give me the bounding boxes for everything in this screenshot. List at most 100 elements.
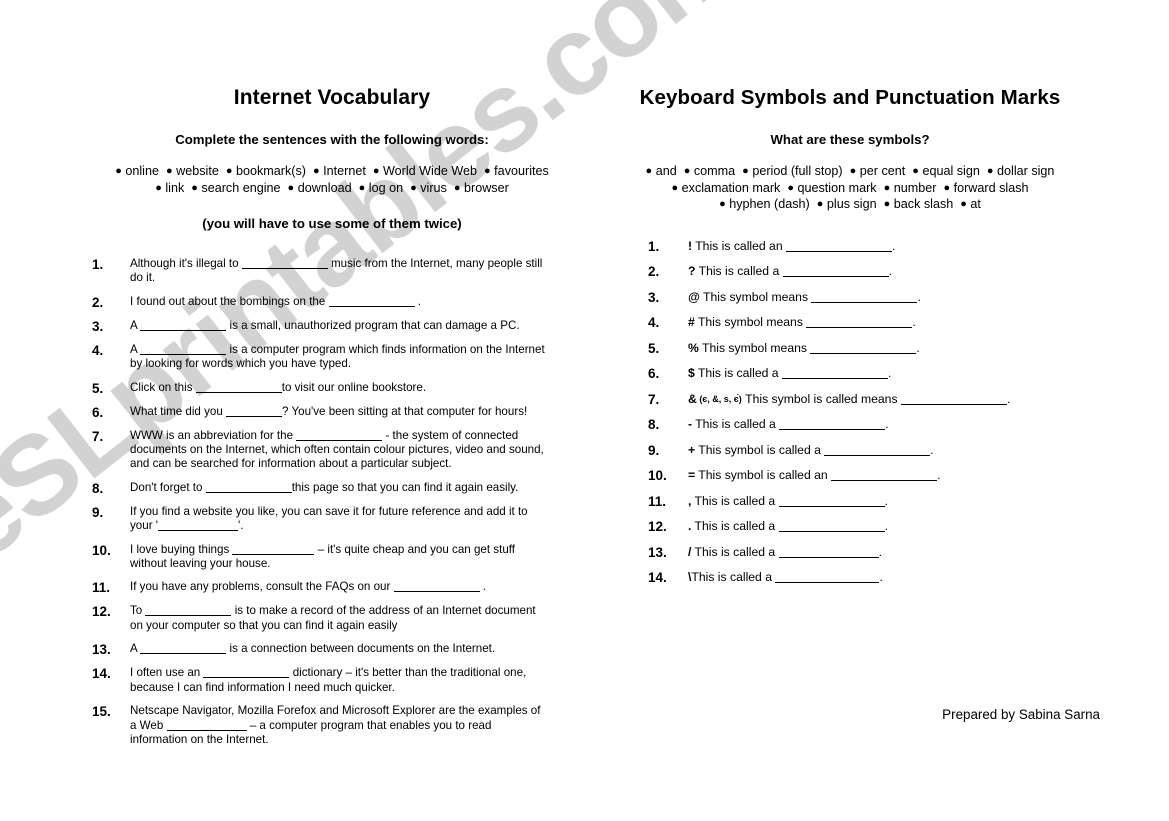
answer-blank[interactable] <box>195 381 282 393</box>
bullet-icon: ● <box>358 181 366 194</box>
exercise-item: 5. Click on this to visit our online book… <box>92 381 572 396</box>
item-text: Don't forget to this page so that you ca… <box>130 480 519 494</box>
bullet-icon: ● <box>719 198 726 210</box>
keyboard-symbol: & <box>688 391 697 406</box>
item-text: + This symbol is called a . <box>688 442 934 457</box>
exercise-item: 2. ? This is called a . <box>600 264 1100 279</box>
answer-blank[interactable] <box>900 393 1007 405</box>
item-number: 11. <box>648 493 667 509</box>
bullet-icon: ● <box>410 181 417 194</box>
keyboard-symbol: ! <box>688 238 693 253</box>
item-number: 9. <box>92 504 104 520</box>
keyboard-symbol: \ <box>688 570 692 584</box>
answer-blank[interactable] <box>806 316 913 328</box>
keyboard-symbol: , <box>688 493 692 508</box>
answer-blank[interactable] <box>296 429 383 441</box>
item-number: 6. <box>648 366 660 381</box>
exercise-item: 13. A is a connection between documents o… <box>92 642 572 657</box>
word-bank-item: ● Internet <box>312 164 366 178</box>
word-bank-item: ● search engine <box>191 180 281 195</box>
item-number: 13. <box>92 642 111 658</box>
word-bank-item: ● back slash <box>883 197 954 211</box>
item-text: What time did you ? You've been sitting … <box>130 404 528 418</box>
answer-blank[interactable] <box>232 543 315 555</box>
answer-blank[interactable] <box>140 343 227 355</box>
answer-blank[interactable] <box>786 240 892 252</box>
item-text: A is a small, unauthorized program that … <box>130 318 520 332</box>
item-text: Although it's illegal to music from the … <box>130 257 543 285</box>
column-internet-vocabulary: Internet Vocabulary Complete the sentenc… <box>92 0 572 756</box>
item-text: \This is called a . <box>688 570 883 584</box>
bullet-icon: ● <box>165 165 173 177</box>
item-number: 2. <box>648 264 660 279</box>
exercise-item: 1. ! This is called an . <box>600 239 1100 254</box>
bullet-icon: ● <box>484 165 491 177</box>
answer-blank[interactable] <box>393 580 480 593</box>
answer-blank[interactable] <box>778 520 885 532</box>
answer-blank[interactable] <box>810 342 917 354</box>
bullet-icon: ● <box>645 165 653 177</box>
left-page-title: Internet Vocabulary <box>233 86 431 109</box>
item-number: 8. <box>648 417 660 432</box>
exercise-item: 4. A is a computer program which finds in… <box>92 343 572 372</box>
keyboard-symbol: @ <box>688 289 700 304</box>
answer-blank[interactable] <box>140 642 227 655</box>
exercise-item: 2. I found out about the bombings on the … <box>92 295 572 310</box>
keyboard-symbol: + <box>688 442 696 457</box>
item-text: . This is called a . <box>688 519 888 533</box>
word-bank-item: ● exclamation mark <box>671 180 781 195</box>
item-number: 11. <box>92 580 111 596</box>
word-bank-item: ● browser <box>453 180 509 195</box>
exercise-item: 9. + This symbol is called a . <box>600 443 1100 458</box>
item-number: 4. <box>92 342 104 358</box>
bullet-icon: ● <box>849 165 857 177</box>
answer-blank[interactable] <box>811 291 918 303</box>
word-bank-item: ● question mark <box>787 180 877 195</box>
left-instruction: Complete the sentences with the followin… <box>175 132 489 147</box>
bullet-icon: ● <box>191 181 198 194</box>
answer-blank[interactable] <box>158 519 238 532</box>
exercise-item: 11. If you have any problems, consult the… <box>92 580 572 595</box>
exercise-item: 13. / This is called a . <box>600 545 1100 560</box>
answer-blank[interactable] <box>779 418 886 430</box>
answer-blank[interactable] <box>328 295 415 307</box>
answer-blank[interactable] <box>226 405 283 417</box>
answer-blank[interactable] <box>781 367 888 379</box>
answer-blank[interactable] <box>166 719 247 731</box>
exercise-item: 10. = This symbol is called an . <box>600 468 1100 483</box>
exercise-item: 12. . This is called a . <box>600 519 1100 534</box>
answer-blank[interactable] <box>775 571 880 583</box>
item-number: 1. <box>648 238 660 254</box>
word-bank-item: ● number <box>883 180 937 195</box>
answer-blank[interactable] <box>203 666 290 679</box>
word-bank-item: ● download <box>287 180 352 195</box>
item-text: Netscape Navigator, Mozilla Forefox and … <box>130 704 541 746</box>
answer-blank[interactable] <box>782 265 889 277</box>
left-note: (you will have to use some of them twice… <box>202 216 462 231</box>
item-text: Click on this to visit our online bookst… <box>130 380 427 394</box>
bullet-icon: ● <box>943 181 951 194</box>
word-bank-item: ● plus sign <box>816 197 877 211</box>
item-text: A is a connection between documents on t… <box>130 642 496 656</box>
item-number: 12. <box>92 604 111 620</box>
item-text: $ This is called a . <box>688 366 892 380</box>
item-text: If you have any problems, consult the FA… <box>130 580 487 594</box>
worksheet-page: Internet Vocabulary Complete the sentenc… <box>0 0 1169 821</box>
answer-blank[interactable] <box>145 604 232 617</box>
answer-blank[interactable] <box>241 257 328 269</box>
item-number: 1. <box>92 257 104 272</box>
item-number: 10. <box>92 542 111 558</box>
answer-blank[interactable] <box>140 319 227 331</box>
bullet-icon: ● <box>155 181 162 194</box>
item-number: 12. <box>648 519 667 534</box>
answer-blank[interactable] <box>205 481 292 493</box>
keyboard-symbol: = <box>688 468 696 482</box>
exercise-item: 12. To is to make a record of the address… <box>92 604 572 633</box>
answer-blank[interactable] <box>778 495 885 507</box>
answer-blank[interactable] <box>824 444 931 456</box>
right-exercise-list: 1. ! This is called an . 2. ? This is calle… <box>600 213 1100 586</box>
answer-blank[interactable] <box>778 546 879 558</box>
answer-blank[interactable] <box>831 469 938 481</box>
exercise-item: 7. WWW is an abbreviation for the - the s… <box>92 429 572 472</box>
exercise-item: 4. # This symbol means . <box>600 315 1100 330</box>
